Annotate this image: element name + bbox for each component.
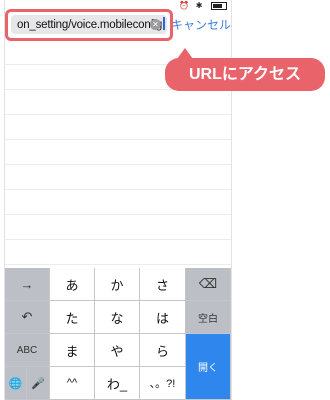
key-ma[interactable]: ま	[50, 334, 95, 367]
key-punctuation[interactable]: 、。?!	[140, 367, 186, 400]
keyboard: → あ か さ ⌫ ↶ た な は 空白 ABC ま や ら 開く 🌐 🎤 ^^…	[5, 268, 231, 400]
key-a[interactable]: あ	[50, 268, 95, 301]
globe-icon[interactable]: 🌐	[5, 367, 27, 400]
key-wa[interactable]: わ_	[95, 367, 140, 400]
key-ra[interactable]: ら	[140, 334, 186, 367]
alarm-icon: ⏰	[179, 1, 192, 10]
url-highlight-box	[5, 9, 173, 41]
backspace-icon[interactable]: ⌫	[186, 268, 231, 301]
open-key[interactable]: 開く	[186, 334, 231, 400]
key-emoticon[interactable]: ^^	[50, 367, 95, 400]
space-key[interactable]: 空白	[186, 301, 231, 334]
microphone-icon[interactable]: 🎤	[27, 367, 50, 400]
key-ka[interactable]: か	[95, 268, 140, 301]
bluetooth-icon: ✱	[195, 1, 205, 10]
cancel-button[interactable]: キャンセル	[171, 16, 231, 33]
undo-icon[interactable]: ↶	[5, 301, 50, 334]
abc-key[interactable]: ABC	[5, 334, 50, 367]
key-sa[interactable]: さ	[140, 268, 186, 301]
callout-label: URLにアクセス	[165, 48, 325, 91]
key-next[interactable]: →	[5, 268, 50, 301]
battery-icon	[211, 1, 227, 10]
key-na[interactable]: な	[95, 301, 140, 334]
key-ha[interactable]: は	[140, 301, 186, 334]
key-ta[interactable]: た	[50, 301, 95, 334]
key-ya[interactable]: や	[95, 334, 140, 367]
